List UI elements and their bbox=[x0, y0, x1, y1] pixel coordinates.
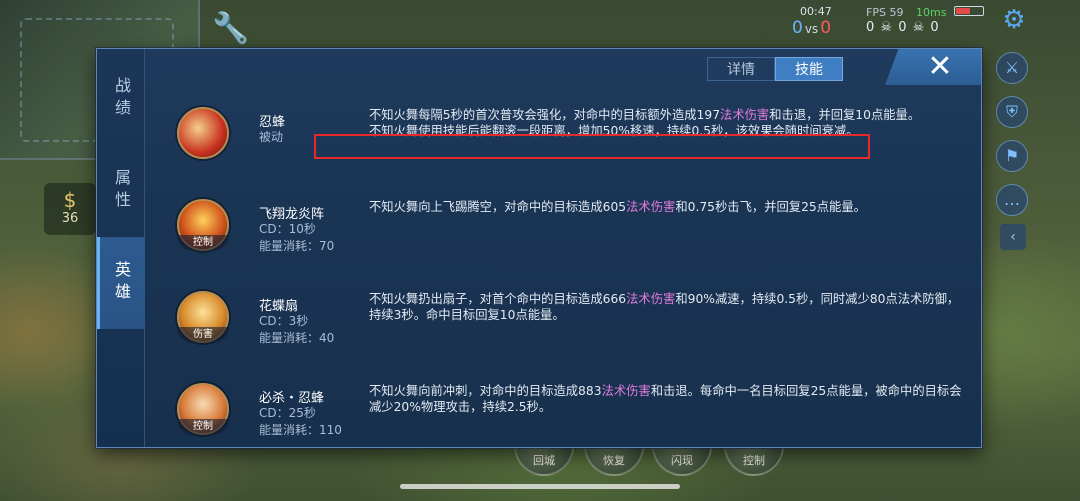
ultimate-skill-icon: 控制 bbox=[177, 383, 229, 435]
close-button[interactable]: ✕ bbox=[885, 49, 981, 85]
home-indicator[interactable] bbox=[400, 484, 680, 489]
skill-cost: 能量消耗：110 bbox=[259, 423, 342, 437]
skill-description: 不知火舞向上飞踢腾空，对命中的目标造成605法术伤害和0.75秒击飞，并回复25… bbox=[369, 199, 969, 215]
skill-meta: CD：25秒 能量消耗：110 bbox=[259, 405, 342, 439]
tab-attributes[interactable]: 属性 bbox=[97, 145, 145, 237]
money-bag-icon: $ bbox=[63, 188, 77, 212]
red-score: 0 bbox=[820, 18, 832, 38]
skill-tag: 伤害 bbox=[177, 327, 229, 343]
skill-cost: 能量消耗：40 bbox=[259, 331, 335, 345]
sword-icon[interactable]: ⚔ bbox=[996, 52, 1028, 84]
blue-score: 0 bbox=[792, 18, 803, 38]
desc-text: 不知火舞扔出扇子，对首个命中的目标造成666 bbox=[369, 292, 627, 306]
ping-readout: 10ms bbox=[916, 6, 947, 19]
skill-name: 必杀・忍蜂 bbox=[259, 391, 325, 406]
skill-meta: 被动 bbox=[259, 129, 283, 146]
close-icon: ✕ bbox=[927, 49, 953, 84]
fire-skill-icon: 控制 bbox=[177, 199, 229, 251]
skill-cd: CD：25秒 bbox=[259, 406, 316, 420]
skill-cd: CD：10秒 bbox=[259, 222, 316, 236]
skill-meta: CD：10秒 能量消耗：70 bbox=[259, 221, 334, 255]
skill-name: 忍蜂 bbox=[259, 115, 286, 130]
skill-row: 伤害 花蝶扇 CD：3秒 能量消耗：40 不知火舞扔出扇子，对首个命中的目标造成… bbox=[157, 279, 977, 371]
tab-records[interactable]: 战绩 bbox=[97, 53, 145, 145]
skill-cd: CD：3秒 bbox=[259, 314, 309, 328]
skill-type: 被动 bbox=[259, 130, 284, 144]
gear-icon[interactable]: ⚙ bbox=[1000, 6, 1028, 34]
gold-value: 36 bbox=[61, 211, 79, 226]
desc-text: 不知火舞向上飞踢腾空，对命中的目标造成605 bbox=[369, 200, 627, 214]
desc-text: 不知火舞向前冲刺，对命中的目标造成883 bbox=[369, 384, 602, 398]
hero-info-panel: 战绩 属性 英雄 详情 技能 ✕ 忍蜂 被动 不知火舞每隔5秒的首次普攻会强化，… bbox=[96, 48, 982, 448]
magic-damage-text: 法术伤害 bbox=[626, 200, 676, 214]
right-action-column: ⚔ ⛨ ⚑ … bbox=[996, 52, 1030, 228]
passive-skill-icon bbox=[177, 107, 229, 159]
desc-text: 不知火舞每隔5秒的首次普攻会强化，对命中的目标额外造成197 bbox=[369, 108, 721, 122]
skill-tag: 控制 bbox=[177, 235, 229, 251]
gold-counter[interactable]: $ 36 bbox=[44, 183, 96, 235]
game-clock: 00:47 bbox=[800, 5, 832, 18]
team-score: 0 vs 0 bbox=[792, 18, 831, 38]
magic-damage-text: 法术伤害 bbox=[720, 108, 770, 122]
magic-damage-text: 法术伤害 bbox=[601, 384, 651, 398]
top-tab-bar: 详情 技能 bbox=[707, 57, 843, 81]
tab-details[interactable]: 详情 bbox=[707, 57, 775, 81]
skill-name: 花蝶扇 bbox=[259, 299, 299, 314]
desc-text: 和击退，并回复10点能量。 bbox=[769, 108, 921, 122]
skill-row: 控制 必杀・忍蜂 CD：25秒 能量消耗：110 不知火舞向前冲刺，对命中的目标… bbox=[157, 371, 977, 463]
fps-readout: FPS 59 bbox=[866, 6, 904, 19]
skill-description: 不知火舞向前冲刺，对命中的目标造成883法术伤害和击退。每命中一名目标回复25点… bbox=[369, 383, 969, 415]
fan-skill-icon: 伤害 bbox=[177, 291, 229, 343]
side-tab-bar: 战绩 属性 英雄 bbox=[97, 49, 145, 447]
flag-icon[interactable]: ⚑ bbox=[996, 140, 1028, 172]
chevron-left-icon[interactable]: ‹ bbox=[1000, 224, 1026, 250]
shield-icon[interactable]: ⛨ bbox=[996, 96, 1028, 128]
skill-name: 飞翔龙炎阵 bbox=[259, 207, 325, 222]
skill-meta: CD：3秒 能量消耗：40 bbox=[259, 313, 334, 347]
magic-damage-text: 法术伤害 bbox=[626, 292, 676, 306]
skill-tag: 控制 bbox=[177, 419, 229, 435]
skill-row: 控制 飞翔龙炎阵 CD：10秒 能量消耗：70 不知火舞向上飞踢腾空，对命中的目… bbox=[157, 187, 977, 279]
wrench-icon[interactable]: 🔧 bbox=[212, 12, 249, 46]
chat-icon[interactable]: … bbox=[996, 184, 1028, 216]
skill-description: 不知火舞扔出扇子，对首个命中的目标造成666法术伤害和90%减速，持续0.5秒，… bbox=[369, 291, 969, 323]
tab-skills[interactable]: 技能 bbox=[775, 57, 843, 81]
tab-hero[interactable]: 英雄 bbox=[97, 237, 145, 329]
kda-readout: 0 ☠ 0 ☠ 0 bbox=[866, 20, 940, 35]
desc-text: 和0.75秒击飞，并回复25点能量。 bbox=[675, 200, 866, 214]
battery-icon bbox=[954, 6, 984, 16]
annotation-highlight-box bbox=[314, 134, 870, 159]
skill-cost: 能量消耗：70 bbox=[259, 239, 335, 253]
vs-label: vs bbox=[804, 22, 819, 36]
